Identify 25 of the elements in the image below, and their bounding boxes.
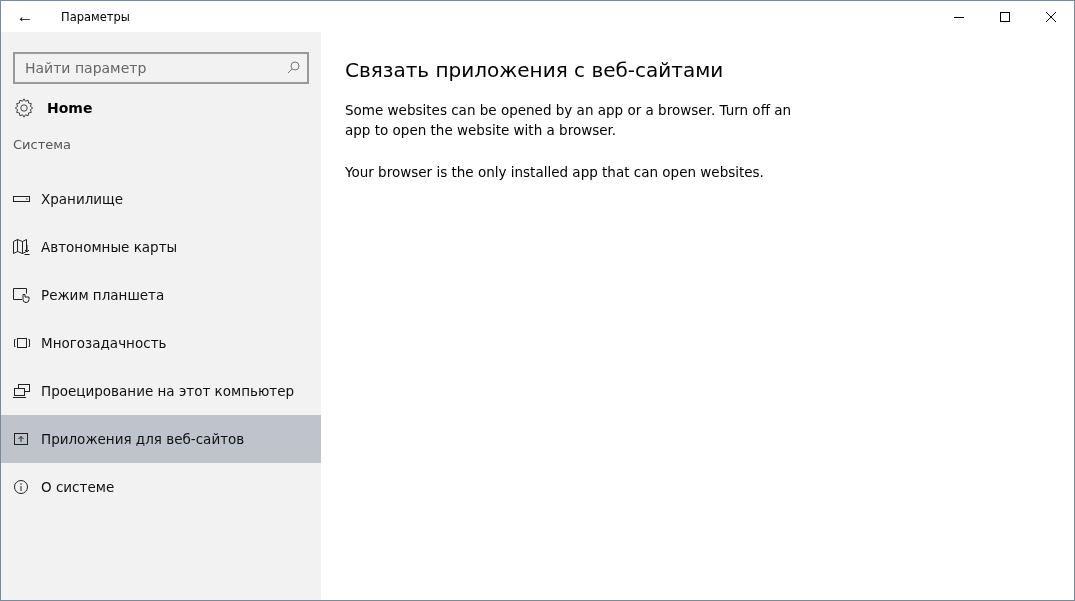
nav-item[interactable]: О системе (1, 463, 321, 511)
nav-item[interactable]: Проецирование на этот компьютер (1, 367, 321, 415)
window-title: Параметры (61, 9, 130, 24)
monitors-icon (13, 383, 31, 399)
back-button[interactable]: ← (1, 1, 49, 32)
gear-icon (13, 97, 35, 119)
nav-item[interactable]: Хранилище (1, 175, 321, 223)
nav-item[interactable]: Приложения для веб-сайтов (1, 415, 321, 463)
tablet-icon (13, 287, 31, 303)
close-icon (1046, 11, 1056, 22)
windows-icon (13, 335, 31, 351)
upload-box-icon (13, 431, 31, 447)
map-icon (13, 239, 31, 255)
info-icon (13, 479, 31, 495)
search-icon (287, 61, 300, 74)
nav-item[interactable]: Режим планшета (1, 271, 321, 319)
home-link[interactable]: Home (13, 89, 93, 127)
nav-item[interactable]: Автономные карты (1, 223, 321, 271)
nav-item[interactable]: Многозадачность (1, 319, 321, 367)
section-heading: Система (13, 137, 73, 154)
search-field[interactable]: Найти параметр (13, 52, 309, 84)
description-text: Your browser is the only installed app that can open websites. (345, 163, 765, 182)
maximize-icon (1000, 11, 1010, 22)
page-heading: Связать приложения с веб-сайтами (345, 58, 725, 82)
description-text: Some websites can be opened by an app or a browser. Turn off an app to open the website with a browser. (345, 101, 793, 140)
